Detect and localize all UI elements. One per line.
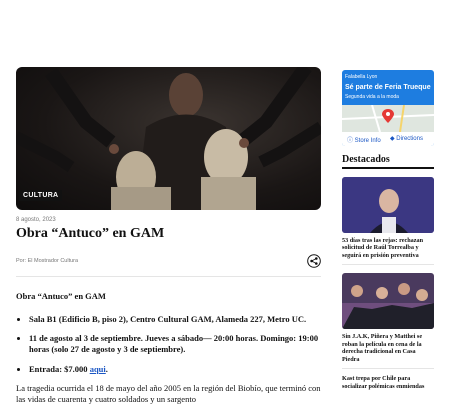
divider xyxy=(342,368,434,370)
article-lead: Obra “Antuco” en GAM xyxy=(16,291,106,301)
store-info-button[interactable]: ⓘ Store Info xyxy=(347,135,381,144)
directions-label: Directions xyxy=(396,136,423,142)
ad-map[interactable] xyxy=(342,104,434,133)
map-illustration xyxy=(342,104,434,133)
card-image xyxy=(342,273,434,330)
article-date: 8 agosto, 2023 xyxy=(16,217,56,223)
share-icon[interactable] xyxy=(307,254,321,268)
article-paragraph: La tragedia ocurrida el 18 de mayo del a… xyxy=(16,383,321,404)
card-image xyxy=(342,177,434,233)
store-info-label: Store Info xyxy=(354,138,381,144)
article: CULTURA 8 agosto, 2023 Obra “Antuco” en … xyxy=(16,67,321,404)
card-thumbnail[interactable] xyxy=(342,177,434,233)
list-item: 11 de agosto al 3 de septiembre. Jueves … xyxy=(29,333,321,354)
article-title: Obra “Antuco” en GAM xyxy=(16,226,165,241)
price-label: Entrada: $7.000 xyxy=(29,363,90,374)
directions-button[interactable]: ◆ Directions xyxy=(390,135,423,142)
article-body: Obra “Antuco” en GAM Sala B1 (Edificio B… xyxy=(16,291,321,404)
sidebar: Falabella Lyon Sé parte de Feria Trueque… xyxy=(342,70,434,390)
list-item: Entrada: $7.000 aqui. xyxy=(29,364,321,375)
ad-subtitle: Segunda vida a la moda xyxy=(345,94,399,100)
ad-brand: Falabella Lyon xyxy=(345,74,378,80)
category-badge[interactable]: CULTURA xyxy=(19,190,63,201)
section-title: Destacados xyxy=(342,154,390,165)
location-pin-icon xyxy=(382,109,394,123)
card-headline[interactable]: 53 días tras las rejas: rechazan solicit… xyxy=(342,237,434,259)
period: . xyxy=(105,363,108,374)
card-thumbnail[interactable] xyxy=(342,273,434,330)
info-icon: ⓘ xyxy=(347,138,355,144)
list-item: Sala B1 (Edificio B, piso 2), Centro Cul… xyxy=(29,314,321,325)
list-item[interactable]: Kast trepa por Chile para socializar pol… xyxy=(342,375,434,390)
byline-row: Por: El Mostrador Cultura xyxy=(16,254,321,270)
list-item[interactable]: 53 días tras las rejas: rechazan solicit… xyxy=(342,177,434,266)
ad-headline: Sé parte de Feria Trueque xyxy=(345,84,431,91)
divider xyxy=(342,264,434,266)
list-item[interactable]: Sin J.A.K, Piñera y Matthei se roban la … xyxy=(342,273,434,370)
card-headline[interactable]: Sin J.A.K, Piñera y Matthei se roban la … xyxy=(342,333,434,363)
article-byline: Por: El Mostrador Cultura xyxy=(16,258,79,264)
ad-banner[interactable]: Falabella Lyon Sé parte de Feria Trueque… xyxy=(342,70,434,146)
details-list: Sala B1 (Edificio B, piso 2), Centro Cul… xyxy=(16,314,321,375)
ad-actions: ⓘ Store Info ◆ Directions xyxy=(342,132,434,146)
section-rule xyxy=(342,167,434,169)
card-headline[interactable]: Kast trepa por Chile para socializar pol… xyxy=(342,375,434,390)
hero-illustration xyxy=(16,67,321,210)
article-hero-image: CULTURA xyxy=(16,67,321,210)
divider xyxy=(16,276,321,277)
ticket-link[interactable]: aqui xyxy=(90,364,106,374)
